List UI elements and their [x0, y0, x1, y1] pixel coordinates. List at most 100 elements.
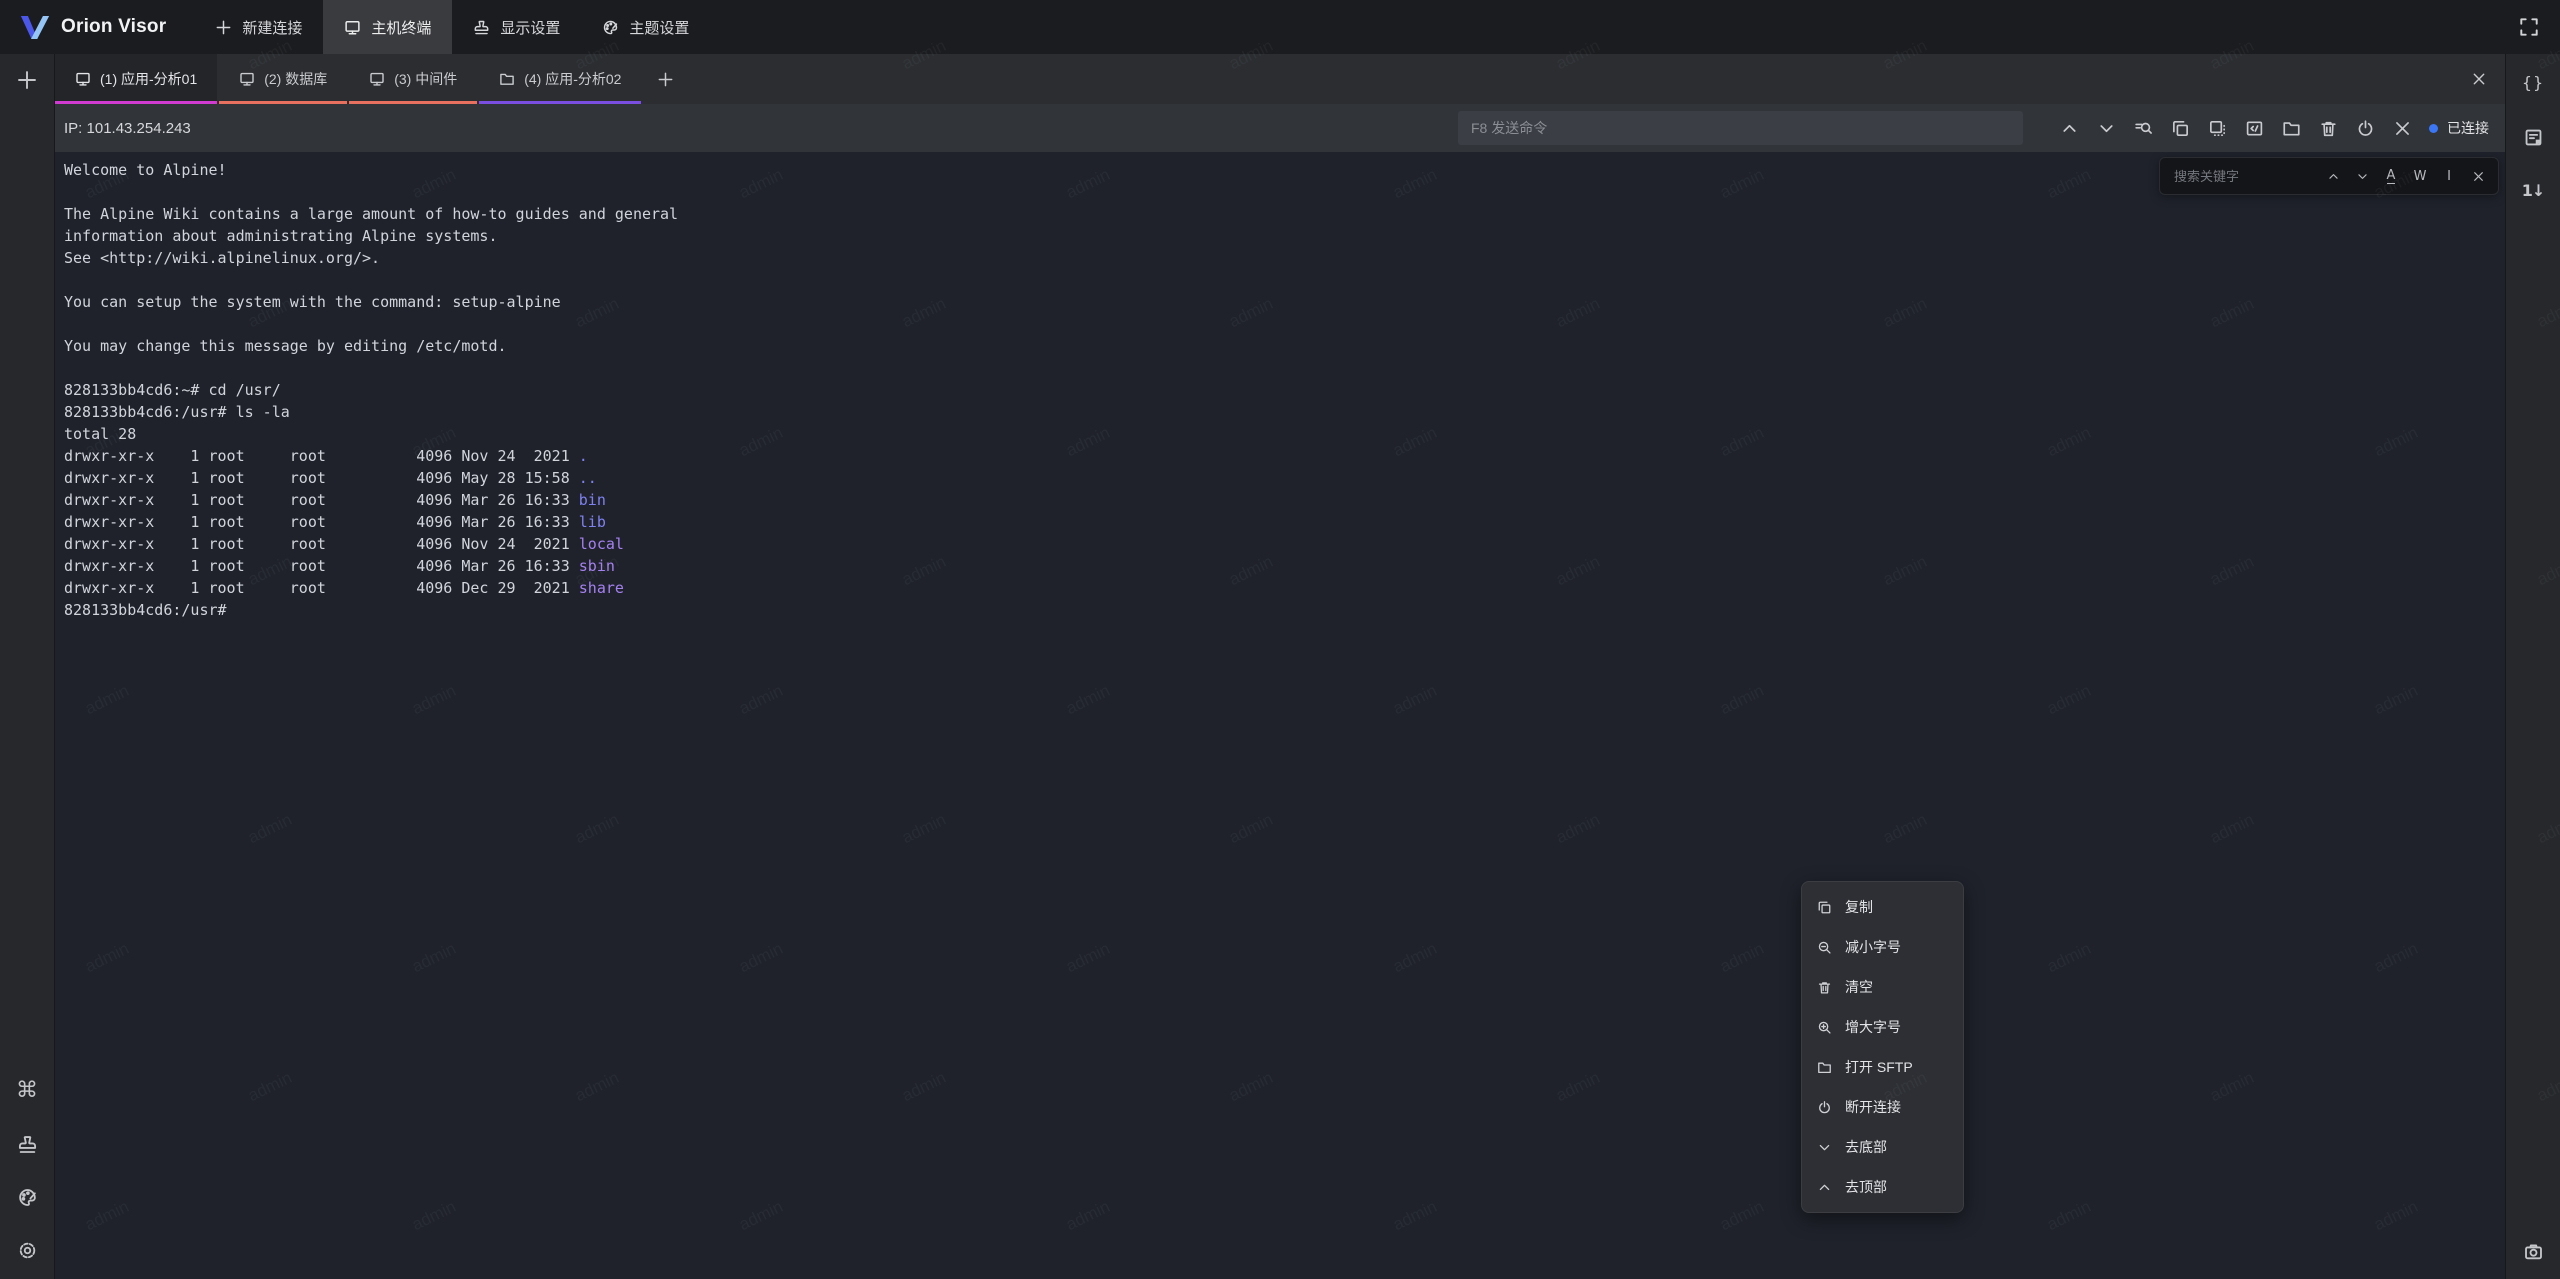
new-tab-button[interactable] — [15, 68, 39, 92]
whole-word-icon: W — [2414, 170, 2427, 183]
command-icon: ⌘ — [16, 1080, 38, 1102]
menu-item-new-connection[interactable]: 新建连接 — [194, 0, 323, 54]
close-all-tabs-button[interactable] — [2471, 71, 2488, 88]
menu-item-clear[interactable]: 清空 — [1802, 967, 1963, 1007]
close-button[interactable] — [2392, 118, 2412, 138]
folder-icon — [2282, 119, 2301, 138]
tabs: (1) 应用-分析01 (2) 数据库 (3) 中间件 (4) 应用-分析02 — [55, 54, 643, 104]
search-regex-button[interactable]: I — [2441, 168, 2457, 184]
terminal-search-panel: AWI — [2159, 157, 2499, 195]
tab-2[interactable]: (2) 数据库 — [219, 54, 347, 104]
menu-item-label: 复制 — [1845, 897, 1873, 917]
tab-4[interactable]: (4) 应用-分析02 — [479, 54, 641, 104]
menu-item-decrease-font[interactable]: 减小字号 — [1802, 927, 1963, 967]
tab-1[interactable]: (1) 应用-分析01 — [55, 54, 217, 104]
copy-icon — [2171, 119, 2190, 138]
menu-item-label: 主机终端 — [371, 17, 431, 38]
menu-item-label: 新建连接 — [242, 17, 302, 38]
stamp-icon — [473, 19, 490, 36]
theme-settings-button[interactable] — [15, 1185, 39, 1209]
tab-underline — [349, 101, 477, 104]
power-icon — [2356, 119, 2375, 138]
tab-underline — [219, 101, 347, 104]
palette-icon — [17, 1187, 38, 1208]
menu-item-copy[interactable]: 复制 — [1802, 887, 1963, 927]
variables-button[interactable]: {} — [2521, 71, 2545, 95]
shortcuts-button[interactable]: ⌘ — [15, 1079, 39, 1103]
tab-underline — [479, 101, 641, 104]
palette-icon — [602, 19, 619, 36]
paste-button[interactable] — [2207, 118, 2227, 138]
command-snippet-button[interactable] — [2244, 118, 2264, 138]
settings-button[interactable] — [15, 1238, 39, 1262]
menu-item-label: 增大字号 — [1845, 1017, 1901, 1037]
menu-item-theme-settings[interactable]: 主题设置 — [581, 0, 710, 54]
plus-icon — [657, 71, 674, 88]
menu-item-label: 减小字号 — [1845, 937, 1901, 957]
menu-item-display-settings[interactable]: 显示设置 — [452, 0, 581, 54]
menu-item-label: 去顶部 — [1845, 1177, 1887, 1197]
search-next-button[interactable] — [2354, 168, 2370, 184]
folder-icon — [1817, 1060, 1832, 1075]
copy-button[interactable] — [2170, 118, 2190, 138]
braces-icon: {} — [2522, 75, 2544, 91]
host-ip-label: IP: 101.43.254.243 — [64, 120, 191, 137]
tab-label: (3) 中间件 — [394, 69, 457, 89]
app-title: Orion Visor — [61, 16, 166, 38]
zoom-out-icon — [1817, 940, 1832, 955]
terminal-viewport[interactable]: Welcome to Alpine! The Alpine Wiki conta… — [55, 152, 2505, 1279]
menu-item-to-top[interactable]: 去顶部 — [1802, 1167, 1963, 1207]
clear-button[interactable] — [2318, 118, 2338, 138]
display-settings-button[interactable] — [15, 1132, 39, 1156]
menu-item-host-terminal[interactable]: 主机终端 — [323, 0, 452, 54]
tab-label: (2) 数据库 — [264, 69, 327, 89]
chevron-down-icon — [1817, 1140, 1832, 1155]
script-icon — [2245, 119, 2264, 138]
power-icon — [1817, 1100, 1832, 1115]
status-label: 已连接 — [2447, 118, 2489, 138]
doc-bookmark-icon — [2523, 127, 2544, 148]
menu-item-to-bottom[interactable]: 去底部 — [1802, 1127, 1963, 1167]
menu-item-label: 断开连接 — [1845, 1097, 1901, 1117]
close-icon — [2472, 170, 2485, 183]
menu-item-label: 主题设置 — [629, 17, 689, 38]
search-close-button[interactable] — [2470, 168, 2486, 184]
snippets-button[interactable] — [2521, 125, 2545, 149]
search-whole-word-button[interactable]: W — [2412, 168, 2428, 184]
gear-icon — [17, 1240, 38, 1261]
status-dot — [2429, 124, 2438, 133]
terminal-icon — [75, 71, 91, 87]
updown-icon: 1↓ — [2522, 183, 2545, 199]
disconnect-button[interactable] — [2355, 118, 2375, 138]
menu-item-increase-font[interactable]: 增大字号 — [1802, 1007, 1963, 1047]
tab-3[interactable]: (3) 中间件 — [349, 54, 477, 104]
scroll-order-button[interactable]: 1↓ — [2521, 179, 2545, 203]
open-sftp-button[interactable] — [2281, 118, 2301, 138]
screenshot-button[interactable] — [2521, 1239, 2545, 1263]
match-case-icon: A — [2387, 169, 2396, 184]
search-match-case-button[interactable]: A — [2383, 168, 2399, 184]
folder-icon — [499, 71, 515, 87]
search-keyword-input[interactable] — [2172, 168, 2312, 185]
camera-icon — [2523, 1241, 2544, 1262]
search-button[interactable] — [2133, 118, 2153, 138]
add-tab-button[interactable] — [657, 70, 675, 88]
chevron-up-icon — [2327, 170, 2340, 183]
search-prev-button[interactable] — [2325, 168, 2341, 184]
close-icon — [2393, 119, 2412, 138]
tab-label: (4) 应用-分析02 — [524, 69, 621, 89]
chevron-up-icon — [1817, 1180, 1832, 1195]
search-icon — [2134, 119, 2153, 138]
top-menu: 新建连接 主机终端显示设置 主题设置 — [194, 0, 710, 54]
scroll-up-button[interactable] — [2059, 118, 2079, 138]
paste-icon — [2208, 119, 2227, 138]
fullscreen-button[interactable] — [2518, 16, 2540, 38]
right-sidebar-top: {} 1↓ — [2521, 54, 2545, 203]
send-command-input[interactable] — [1458, 111, 2023, 145]
zoom-in-icon — [1817, 1020, 1832, 1035]
menu-item-open-sftp[interactable]: 打开 SFTP — [1802, 1047, 1963, 1087]
menu-item-disconnect[interactable]: 断开连接 — [1802, 1087, 1963, 1127]
scroll-down-button[interactable] — [2096, 118, 2116, 138]
chevron-down-icon — [2356, 170, 2369, 183]
left-sidebar-bottom: ⌘ — [15, 1079, 39, 1279]
